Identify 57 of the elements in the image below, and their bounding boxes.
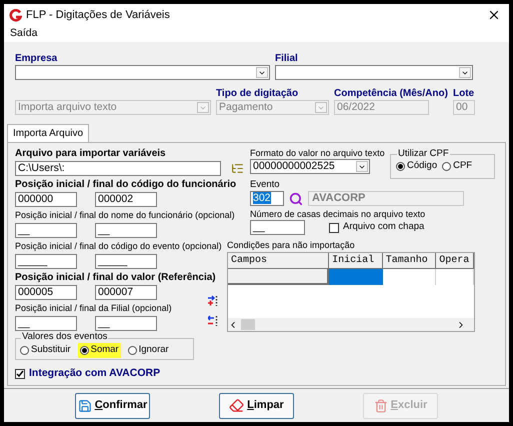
start-position-field[interactable]: __ xyxy=(15,316,77,331)
branch-dropdown[interactable] xyxy=(275,65,473,80)
scroll-thumb[interactable] xyxy=(241,319,255,330)
save-button[interactable]: Confirmar xyxy=(75,392,150,418)
add-row-icon[interactable] xyxy=(208,295,218,307)
clear-button[interactable]: Limpar xyxy=(219,392,294,418)
field-label: Formato do valor no arquivo texto xyxy=(250,147,385,159)
check-icon xyxy=(16,370,24,378)
company-dropdown[interactable] xyxy=(15,65,270,80)
radio-option[interactable]: Somar xyxy=(78,343,121,358)
eraser-icon xyxy=(229,398,244,413)
end-position-field[interactable]: __ xyxy=(95,316,157,331)
field-label: Condições para não importação xyxy=(227,239,355,251)
avacorp-checkbox[interactable]: Integração com AVACORP xyxy=(15,366,198,382)
start-position-field[interactable]: 000000 xyxy=(15,192,77,207)
field-label: Filial xyxy=(275,52,299,65)
remove-row-icon[interactable] xyxy=(208,315,218,327)
end-position-field[interactable]: _____ xyxy=(95,254,157,269)
app-logo-icon xyxy=(9,8,22,22)
field-label: Competência (Mês/Ano) xyxy=(334,87,448,100)
field-label: Posição inicial / final do nome do funcionário (opcional) xyxy=(15,209,235,222)
trash-icon xyxy=(374,398,388,412)
tab[interactable]: Importa Arquivo xyxy=(7,124,90,142)
end-position-field[interactable]: 000007 xyxy=(95,285,157,300)
end-position-field[interactable]: 000002 xyxy=(95,192,157,207)
field-label: Posição inicial / final do valor (Referência) xyxy=(15,271,216,284)
event-code-field[interactable]: 302 xyxy=(250,191,284,206)
grid-cell[interactable] xyxy=(228,269,330,285)
value-format-dropdown[interactable]: 00000000002525 xyxy=(250,159,370,174)
event-name-field: AVACORP xyxy=(308,191,464,206)
file-path-field[interactable]: C:\Users\: xyxy=(15,161,221,176)
start-position-field[interactable]: __ xyxy=(15,223,77,238)
radio-option[interactable]: Substituir xyxy=(18,343,73,358)
search-icon[interactable] xyxy=(289,192,303,206)
field-label: Empresa xyxy=(15,52,58,65)
menu-item[interactable]: Saída xyxy=(10,26,38,42)
field-label: Número de casas decimais no arquivo texto xyxy=(250,208,426,220)
radio-option[interactable]: Ignorar xyxy=(126,343,171,358)
field-label: Evento xyxy=(250,179,280,191)
radio-option[interactable]: CPF xyxy=(440,159,474,174)
start-position-field[interactable]: _____ xyxy=(15,254,77,269)
browse-tree-icon[interactable] xyxy=(231,162,244,175)
end-position-field[interactable]: __ xyxy=(95,223,157,238)
field-label: Posição inicial / final do código do evento (opcional) xyxy=(15,240,222,253)
close-icon[interactable] xyxy=(487,8,501,22)
radio-option[interactable]: Código xyxy=(394,159,440,174)
chapa-checkbox[interactable]: Arquivo com chapa xyxy=(329,220,424,235)
field-label: Lote xyxy=(453,87,474,100)
decimals-field[interactable]: __ xyxy=(250,220,305,235)
window-title: FLP - Digitações de Variáveis xyxy=(26,8,171,23)
start-position-field[interactable]: 000005 xyxy=(15,285,77,300)
horizontal-scrollbar[interactable] xyxy=(228,318,474,331)
field-label: Posição inicial / final da Filial (opcional) xyxy=(15,302,172,315)
field-label: Arquivo para importar variáveis xyxy=(15,147,166,160)
field-label: Posição inicial / final do código do funcionário xyxy=(15,178,236,191)
field-label: Tipo de digitação xyxy=(216,87,300,100)
grid-cell[interactable] xyxy=(329,269,383,285)
